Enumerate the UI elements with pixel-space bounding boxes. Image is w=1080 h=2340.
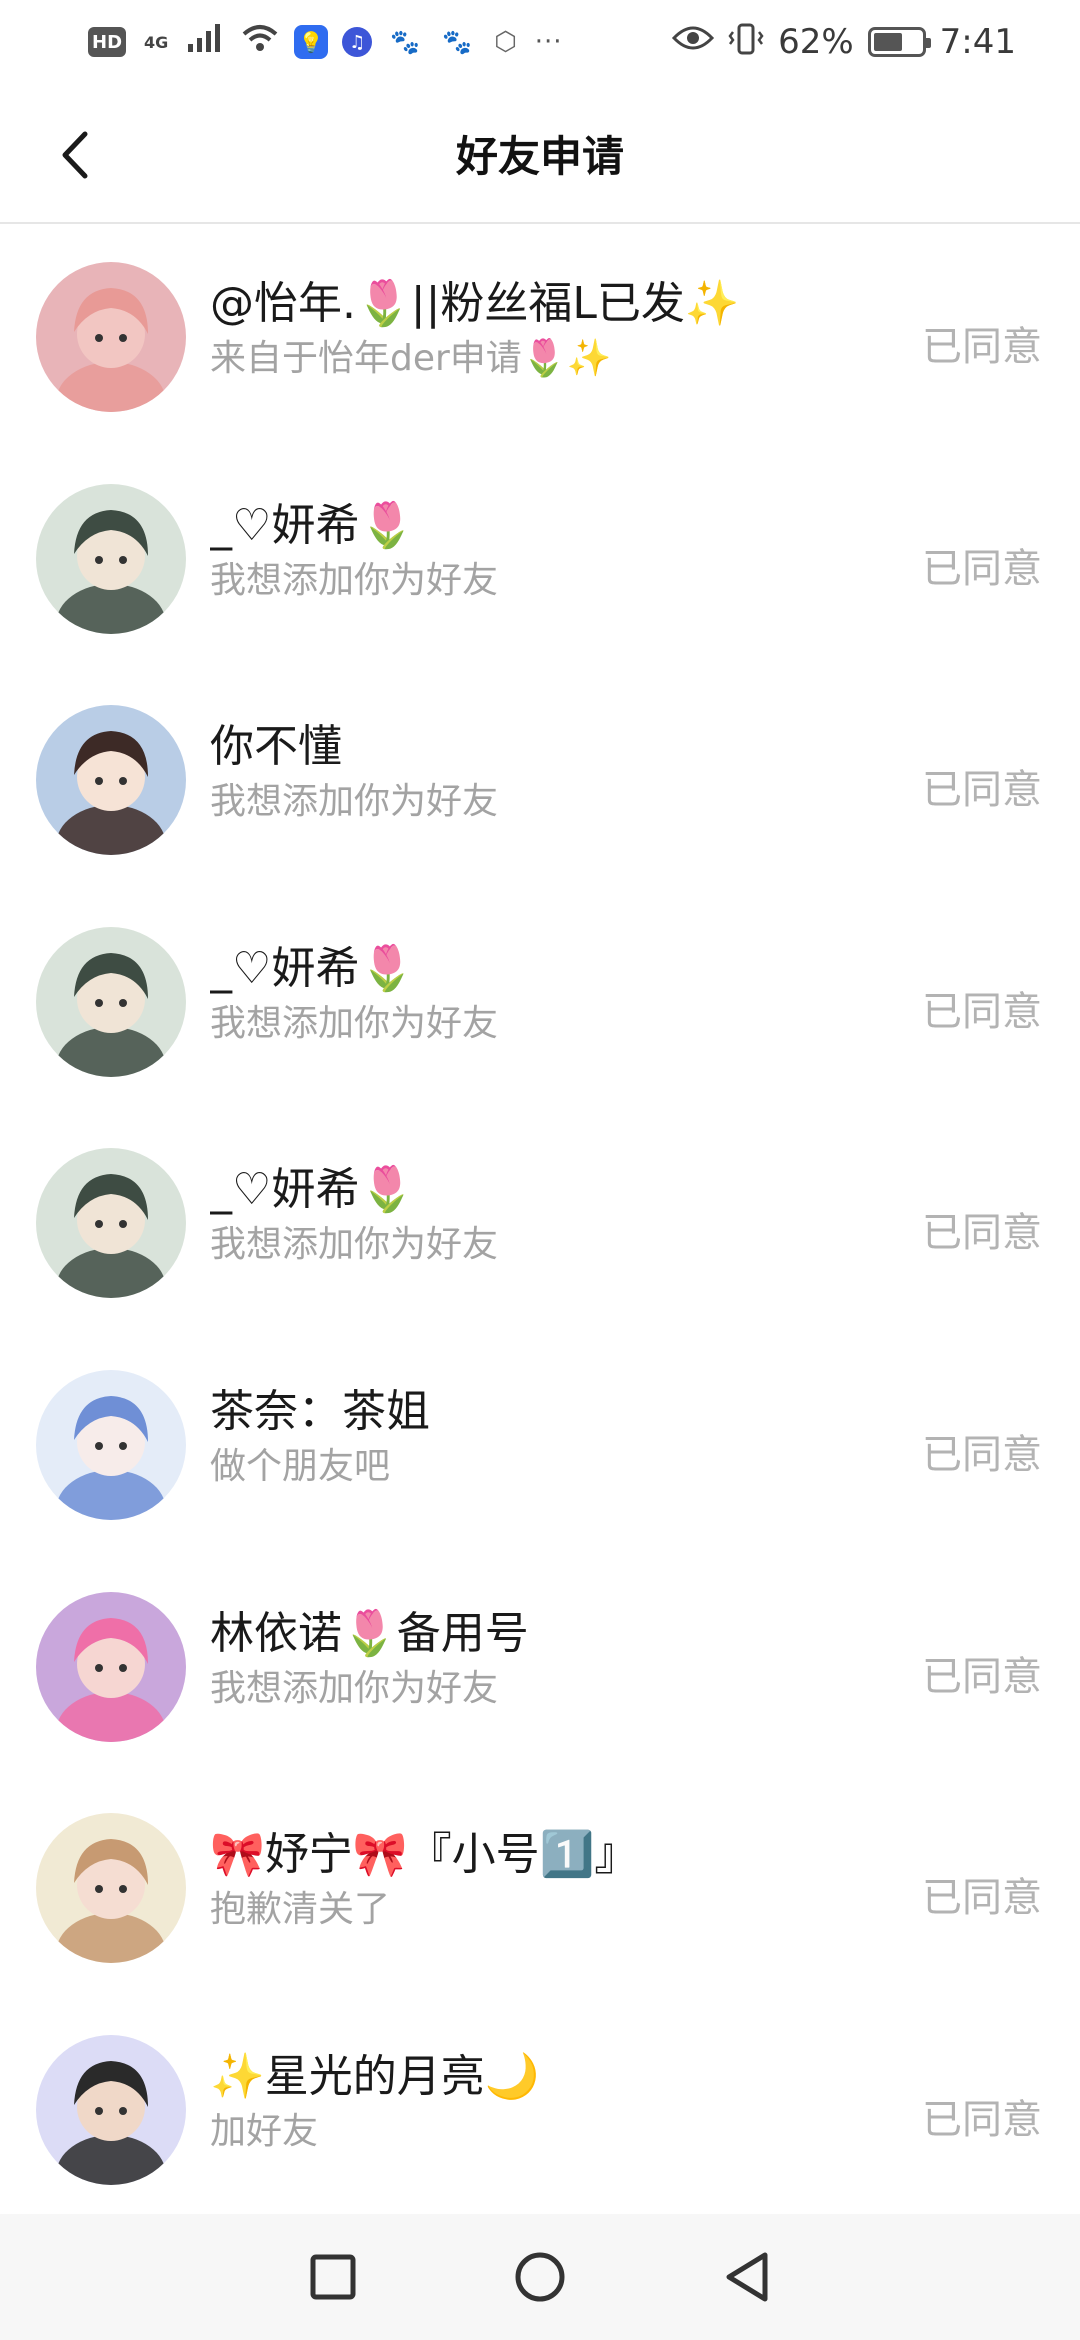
avatar[interactable] (36, 1148, 186, 1299)
system-nav-bar (0, 2214, 1080, 2340)
request-status: 已同意 (922, 988, 1042, 1035)
requester-name: 你不懂 (210, 721, 342, 773)
recents-button[interactable] (298, 2242, 368, 2312)
request-status: 已同意 (922, 1431, 1042, 1478)
request-message: 我想添加你为好友 (210, 1224, 499, 1266)
avatar[interactable] (36, 1813, 186, 1964)
requester-name: ✨星光的月亮🌙 (210, 2050, 540, 2102)
recents-square-icon (310, 2254, 356, 2300)
hd-icon: HD (88, 27, 127, 57)
signal-icon (186, 22, 226, 63)
request-message: 我想添加你为好友 (210, 559, 499, 601)
request-message: 来自于怡年der申请🌷✨ (210, 338, 612, 379)
friend-request-row[interactable]: 林依诺🌷备用号 我想添加你为好友 已同意 (0, 1556, 1080, 1778)
requester-name: _♡妍希🌷 (210, 499, 415, 551)
music-app-icon: ♫ (342, 27, 373, 57)
back-triangle-icon (726, 2252, 768, 2302)
request-text: @怡年.🌷||粉丝福L已发✨ 来自于怡年der申请🌷✨ (210, 276, 890, 384)
back-arrow-icon (62, 131, 88, 179)
requester-name: _♡妍希🌷 (210, 1164, 415, 1216)
page-title: 好友申请 (455, 131, 624, 181)
request-message: 我想添加你为好友 (210, 781, 499, 823)
friend-request-row[interactable]: 茶奈：茶姐 做个朋友吧 已同意 (0, 1334, 1080, 1556)
paw-app-icon: 🐾 (390, 28, 421, 56)
friend-request-row[interactable]: @怡年.🌷||粉丝福L已发✨ 来自于怡年der申请🌷✨ 已同意 (0, 226, 1080, 448)
battery-percent: 62% (778, 22, 854, 62)
requester-name: 林依诺🌷备用号 (210, 1607, 529, 1659)
network-type: 4G (144, 32, 169, 52)
friend-request-row[interactable]: 🎀妤宁🎀『小号1️⃣』 抱歉清关了 已同意 (0, 1777, 1080, 1999)
friend-request-list: @怡年.🌷||粉丝福L已发✨ 来自于怡年der申请🌷✨ 已同意 _♡妍希🌷 我想添加你为… (0, 226, 1080, 2220)
bulb-app-icon: 💡 (294, 25, 329, 59)
back-button[interactable] (40, 120, 110, 190)
friend-request-row[interactable]: _♡妍希🌷 我想添加你为好友 已同意 (0, 891, 1080, 1113)
request-text: 茶奈：茶姐做个朋友吧 (210, 1384, 890, 1492)
requester-name: @怡年.🌷||粉丝福L已发✨ (210, 278, 740, 329)
wifi-icon (240, 22, 280, 63)
friend-request-row[interactable]: _♡妍希🌷 我想添加你为好友 已同意 (0, 448, 1080, 670)
request-message: 抱歉清关了 (210, 1889, 391, 1931)
avatar[interactable] (36, 705, 186, 856)
request-text: ✨星光的月亮🌙 加好友 (210, 2049, 890, 2157)
hexagon-app-icon: ⬡ (494, 27, 517, 57)
request-message: 我想添加你为好友 (210, 1002, 499, 1044)
requester-name: _♡妍希🌷 (210, 942, 415, 994)
app-header: 好友申请 (0, 84, 1080, 224)
request-message: 我想添加你为好友 (210, 1667, 499, 1709)
request-status: 已同意 (922, 545, 1042, 592)
requester-name: 🎀妤宁🎀『小号1️⃣』 (210, 1829, 639, 1881)
home-button[interactable] (505, 2242, 575, 2312)
battery-level (873, 33, 903, 51)
back-nav-button[interactable] (712, 2242, 782, 2312)
avatar[interactable] (36, 926, 186, 1077)
requester-name: 茶奈：茶姐 (210, 1385, 430, 1437)
avatar[interactable] (36, 1591, 186, 1742)
request-message: 做个朋友吧 (210, 1445, 391, 1487)
more-icon: ··· (534, 27, 563, 57)
avatar[interactable] (36, 483, 186, 634)
vibrate-icon (728, 22, 764, 63)
request-message: 加好友 (210, 2110, 319, 2152)
request-text: _♡妍希🌷 我想添加你为好友 (210, 498, 890, 606)
status-bar: HD 4G 💡 ♫ 🐾 🐾 ⬡ ··· 62% 7:41 (0, 0, 1080, 84)
friend-request-row[interactable]: 你不懂 我想添加你为好友 已同意 (0, 669, 1080, 891)
avatar[interactable] (36, 2034, 186, 2185)
request-status: 已同意 (922, 2096, 1042, 2143)
friend-request-row[interactable]: _♡妍希🌷 我想添加你为好友 已同意 (0, 1112, 1080, 1334)
request-status: 已同意 (922, 767, 1042, 814)
request-text: 你不懂我想添加你为好友 (210, 719, 890, 827)
request-text: _♡妍希🌷 我想添加你为好友 (210, 1162, 890, 1270)
request-status: 已同意 (922, 1653, 1042, 1700)
friend-request-row[interactable]: ✨星光的月亮🌙 加好友 已同意 (0, 1999, 1080, 2221)
request-status: 已同意 (922, 1875, 1042, 1922)
status-left: HD 4G 💡 ♫ 🐾 🐾 ⬡ ··· (88, 22, 563, 63)
request-status: 已同意 (922, 324, 1042, 370)
request-text: _♡妍希🌷 我想添加你为好友 (210, 941, 890, 1049)
avatar[interactable] (36, 262, 186, 412)
paw-app-icon-2: 🐾 (442, 28, 473, 56)
status-right: 62% 7:41 (671, 22, 1016, 63)
request-status: 已同意 (922, 1210, 1042, 1257)
request-text: 🎀妤宁🎀『小号1️⃣』抱歉清关了 (210, 1827, 890, 1935)
battery-icon (867, 27, 931, 57)
eye-icon (671, 24, 715, 60)
request-text: 林依诺🌷备用号我想添加你为好友 (210, 1606, 890, 1714)
home-circle-icon (515, 2252, 565, 2302)
avatar[interactable] (36, 1369, 186, 1520)
clock: 7:41 (939, 22, 1016, 62)
